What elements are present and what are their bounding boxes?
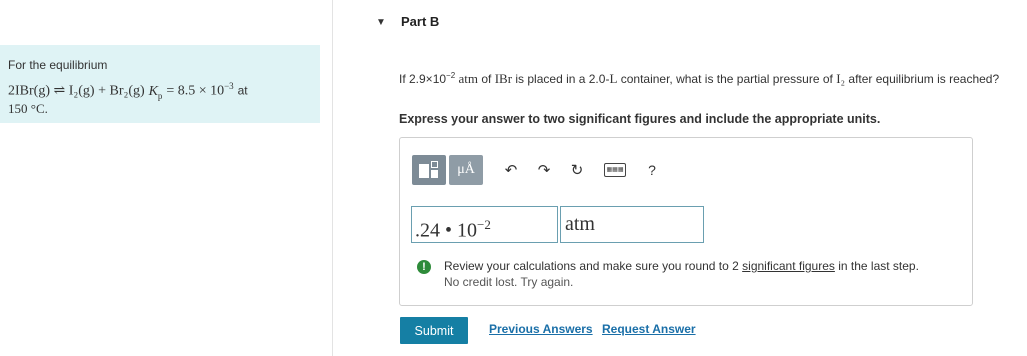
units-button[interactable]: μÅ [449, 155, 483, 185]
answer-value-input[interactable]: .24 • 10−2 [411, 206, 558, 243]
feedback-subtext: No credit lost. Try again. [444, 275, 574, 289]
redo-icon[interactable]: ↷ [536, 161, 552, 179]
request-answer-link[interactable]: Request Answer [602, 322, 696, 336]
kp-label: Kp [148, 83, 163, 101]
alert-icon: ! [417, 260, 431, 274]
template-icon [419, 164, 429, 178]
at-text: at [237, 83, 248, 98]
kp-exponent: −3 [224, 81, 234, 91]
undo-icon[interactable]: ↶ [503, 161, 519, 179]
column-divider [332, 0, 333, 356]
answer-panel: μÅ ↶ ↷ ↻ ▦▦▦ ? .24 • 10−2 atm ! Review y… [399, 137, 973, 306]
reset-icon[interactable]: ↻ [569, 161, 585, 179]
math-toolbar: μÅ ↶ ↷ ↻ ▦▦▦ ? [412, 155, 660, 185]
previous-answers-link[interactable]: Previous Answers [489, 322, 593, 336]
problem-context: For the equilibrium 2IBr(g) ⇌ I₂(g) + Br… [0, 45, 320, 123]
kp-value: = 8.5 × 10 [166, 83, 225, 99]
context-intro: For the equilibrium [8, 58, 108, 72]
submit-button[interactable]: Submit [400, 317, 468, 344]
answer-unit-input[interactable]: atm [560, 206, 704, 243]
reaction: 2IBr(g) ⇌ I₂(g) + Br₂(g) [8, 83, 145, 99]
keyboard-icon[interactable]: ▦▦▦ [604, 163, 626, 177]
collapse-arrow-icon[interactable]: ▼ [376, 17, 386, 28]
question-text: If 2.9×10−2 atm of IBr is placed in a 2.… [399, 71, 1000, 86]
equilibrium-equation: 2IBr(g) ⇌ I₂(g) + Br₂(g) Kp = 8.5 × 10−3… [8, 79, 320, 102]
templates-button[interactable] [412, 155, 446, 185]
part-title: Part B [401, 14, 440, 29]
help-icon[interactable]: ? [644, 162, 660, 178]
temperature: 150 °C. [8, 101, 48, 117]
significant-figures-link[interactable]: significant figures [742, 259, 835, 273]
instruction: Express your answer to two significant f… [399, 112, 881, 126]
